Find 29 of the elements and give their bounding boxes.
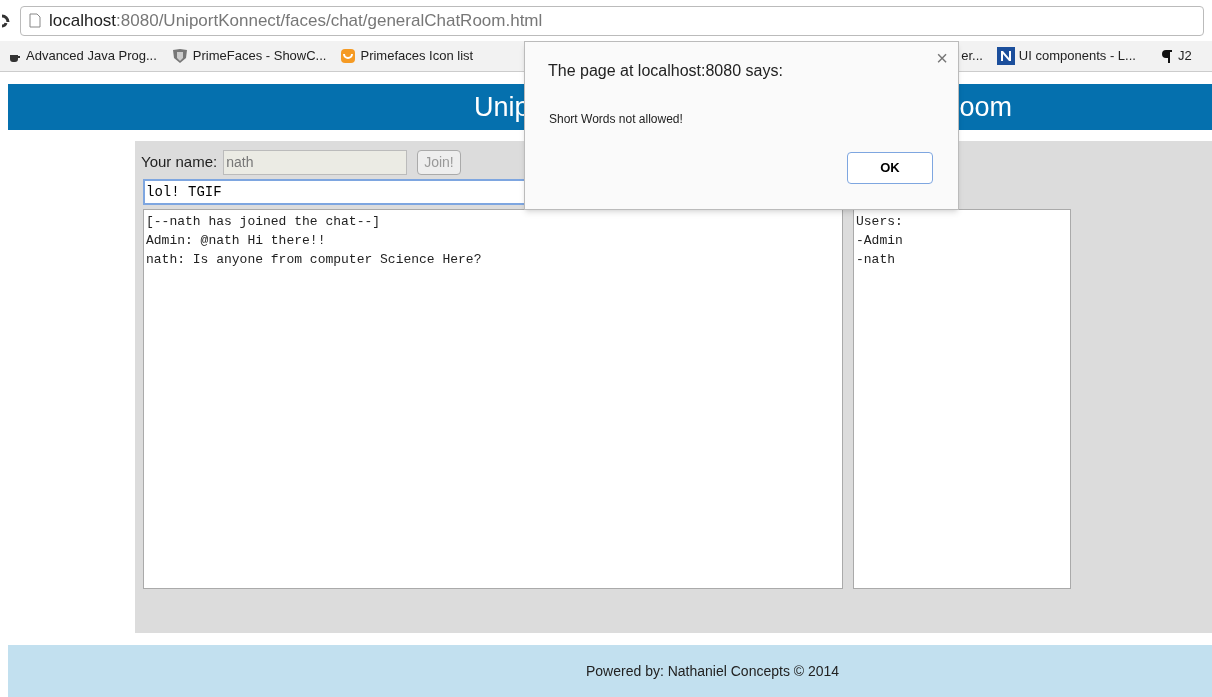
shield-icon xyxy=(170,48,189,64)
chat-message: [--nath has joined the chat--] xyxy=(146,213,382,231)
user-entry: Users: xyxy=(856,213,904,231)
bookmark-item[interactable]: Advanced Java Prog... xyxy=(8,46,157,66)
page-icon xyxy=(29,13,41,28)
banner-title: oom xyxy=(959,90,1013,124)
close-button[interactable]: × xyxy=(936,48,948,68)
bookmark-item[interactable]: Primefaces Icon list xyxy=(340,46,474,66)
pilcrow-icon xyxy=(1159,48,1174,64)
name-label: Your name: xyxy=(141,151,218,172)
bookmark-item[interactable]: er... xyxy=(961,46,983,66)
bookmark-item[interactable]: UI components - L... xyxy=(996,46,1136,66)
footer-text: Powered by: Nathaniel Concepts © 2014 xyxy=(586,661,840,681)
bookmark-item[interactable]: PrimeFaces - ShowC... xyxy=(170,46,327,66)
url-text: localhost:8080/UniportKonnect/faces/chat/generalChatRoom.html xyxy=(49,9,543,32)
chat-log[interactable]: [--nath has joined the chat--] Admin: @nath Hi there!! nath: Is anyone from computer Science Here? xyxy=(143,209,843,589)
reload-icon[interactable] xyxy=(2,12,12,29)
n-logo-icon xyxy=(996,47,1015,65)
address-bar[interactable]: localhost:8080/UniportKonnect/faces/chat/generalChatRoom.html xyxy=(20,5,1204,36)
ok-button[interactable]: OK xyxy=(847,152,933,184)
bookmark-item[interactable]: J2 xyxy=(1159,46,1192,66)
chat-message: nath: Is anyone from computer Science Here? xyxy=(146,251,483,269)
user-entry: -Admin xyxy=(856,232,904,250)
smile-icon xyxy=(340,48,357,64)
user-entry: -nath xyxy=(856,251,896,269)
chat-message: Admin: @nath Hi there!! xyxy=(146,232,327,250)
dialog-message: Short Words not allowed! xyxy=(549,111,683,128)
dialog-title: The page at localhost:8080 says: xyxy=(548,61,783,81)
users-list[interactable]: Users: -Admin -nath xyxy=(853,209,1071,589)
